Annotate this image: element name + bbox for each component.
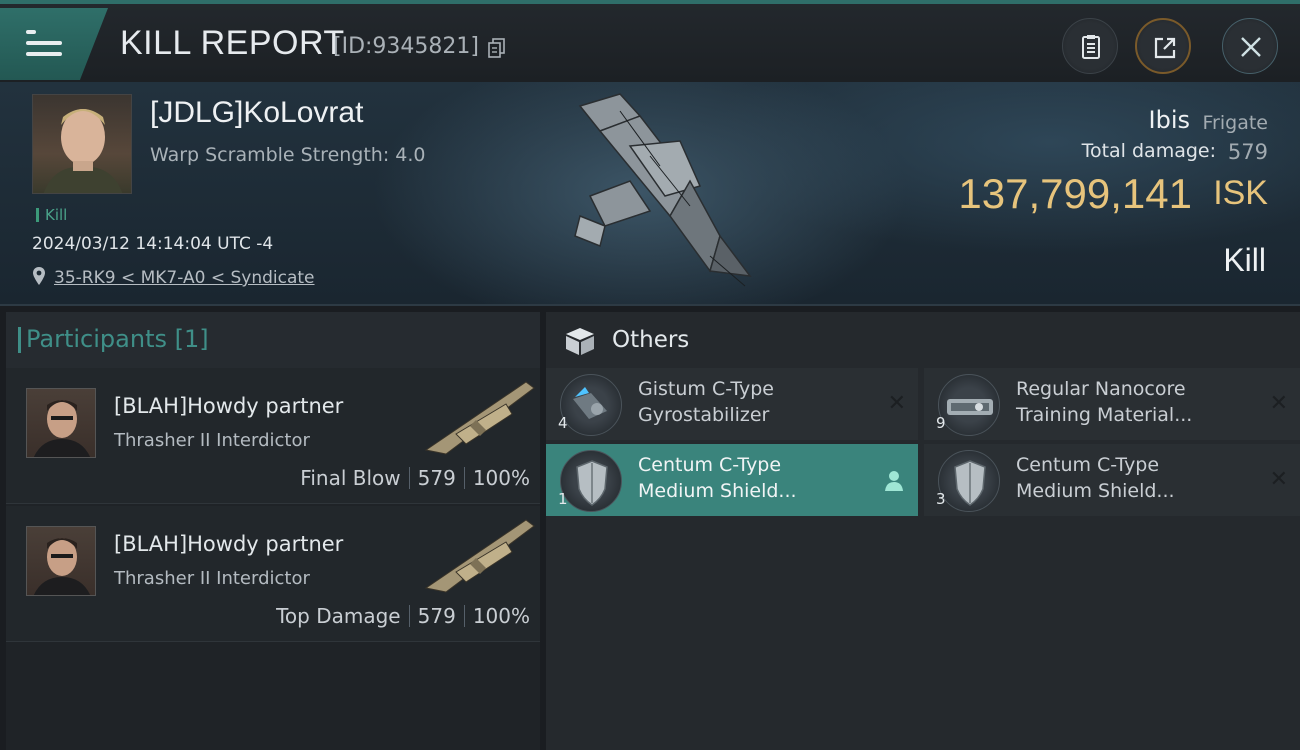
share-icon	[1154, 37, 1176, 59]
loot-item[interactable]: 1 Centum C-Type Medium Shield...	[546, 444, 918, 516]
page-title: KILL REPORT	[120, 24, 345, 62]
participant-stats: Top Damage 579 100%	[276, 604, 530, 628]
participants-title: Participants [1]	[18, 325, 209, 353]
participants-header[interactable]: Participants [1]	[6, 312, 540, 368]
clipboard-button[interactable]	[1062, 18, 1118, 74]
participant-name[interactable]: [BLAH]Howdy partner	[114, 394, 343, 418]
participant-percent: 100%	[472, 466, 530, 490]
menu-button[interactable]	[0, 8, 108, 80]
others-title: Others	[612, 327, 690, 353]
participant-role: Top Damage	[276, 604, 401, 628]
participant-name[interactable]: [BLAH]Howdy partner	[114, 532, 343, 556]
item-quantity: 1	[558, 490, 568, 508]
top-bar: KILL REPORT [ID:9345821]	[0, 0, 1300, 82]
loot-item[interactable]: 3 Centum C-Type Medium Shield... ✕	[924, 444, 1300, 516]
warp-scramble-strength: Warp Scramble Strength: 4.0	[150, 144, 426, 166]
participant-ship: Thrasher II Interdictor	[114, 430, 310, 451]
item-quantity: 3	[936, 490, 946, 508]
item-name: Gistum C-Type Gyrostabilizer	[638, 378, 774, 426]
total-damage-value: 579	[1227, 140, 1268, 164]
hamburger-icon	[26, 30, 62, 60]
close-icon	[1241, 37, 1261, 57]
victim-avatar[interactable]	[32, 94, 132, 194]
participant-ship-image	[424, 519, 535, 593]
ship-image[interactable]	[560, 86, 760, 296]
kill-result: Kill	[1223, 242, 1266, 278]
participant-ship-image	[424, 381, 535, 455]
kill-banner: [JDLG]KoLovrat Warp Scramble Strength: 4…	[0, 82, 1300, 306]
ship-class: Frigate	[1202, 112, 1268, 134]
item-name: Centum C-Type Medium Shield...	[1016, 454, 1175, 502]
participant-damage: 579	[417, 466, 456, 490]
cargo-box-icon	[566, 328, 594, 355]
shield-icon	[938, 450, 1000, 512]
report-id: [ID:9345821]	[333, 34, 479, 59]
item-quantity: 9	[936, 414, 946, 432]
location-pin-icon	[33, 267, 45, 285]
share-button[interactable]	[1135, 18, 1191, 74]
clipboard-icon	[1082, 35, 1100, 59]
isk-value: 137,799,141	[958, 170, 1192, 217]
participants-panel: Participants [1] [BLAH]Howdy partner Thr…	[6, 312, 540, 750]
location-link[interactable]: 35-RK9 < MK7-A0 < Syndicate	[54, 268, 315, 288]
kill-datetime: 2024/03/12 14:14:04 UTC -4	[32, 234, 274, 254]
others-header: Others	[546, 312, 1300, 368]
dropped-person-icon	[885, 471, 903, 491]
participant-row[interactable]: [BLAH]Howdy partner Thrasher II Interdic…	[6, 506, 540, 642]
participant-damage: 579	[417, 604, 456, 628]
participant-role: Final Blow	[300, 466, 401, 490]
others-panel: Others 4 Gistum C-Type Gyrostabilizer ✕ …	[546, 312, 1300, 750]
shield-icon	[560, 450, 622, 512]
participant-ship: Thrasher II Interdictor	[114, 568, 310, 589]
item-name: Centum C-Type Medium Shield...	[638, 454, 797, 502]
item-quantity: 4	[558, 414, 568, 432]
loot-item[interactable]: 4 Gistum C-Type Gyrostabilizer ✕	[546, 368, 918, 440]
item-name: Regular Nanocore Training Material...	[1016, 378, 1193, 426]
destroyed-icon: ✕	[1269, 391, 1288, 416]
destroyed-icon: ✕	[887, 391, 906, 416]
participant-row[interactable]: [BLAH]Howdy partner Thrasher II Interdic…	[6, 368, 540, 504]
isk-unit: ISK	[1213, 174, 1268, 212]
loot-item[interactable]: 9 Regular Nanocore Training Material... …	[924, 368, 1300, 440]
victim-name[interactable]: [JDLG]KoLovrat	[150, 96, 363, 130]
kill-tag: Kill	[36, 206, 67, 224]
copy-icon[interactable]	[488, 38, 506, 58]
close-button[interactable]	[1222, 18, 1278, 74]
gyrostabilizer-icon	[560, 374, 622, 436]
nanocore-icon	[938, 374, 1000, 436]
participant-stats: Final Blow 579 100%	[300, 466, 530, 490]
ship-name: Ibis	[1148, 106, 1190, 134]
total-damage-label: Total damage:	[1081, 140, 1216, 162]
destroyed-icon: ✕	[1269, 467, 1288, 492]
participant-avatar[interactable]	[26, 388, 96, 458]
participant-avatar[interactable]	[26, 526, 96, 596]
participant-percent: 100%	[472, 604, 530, 628]
